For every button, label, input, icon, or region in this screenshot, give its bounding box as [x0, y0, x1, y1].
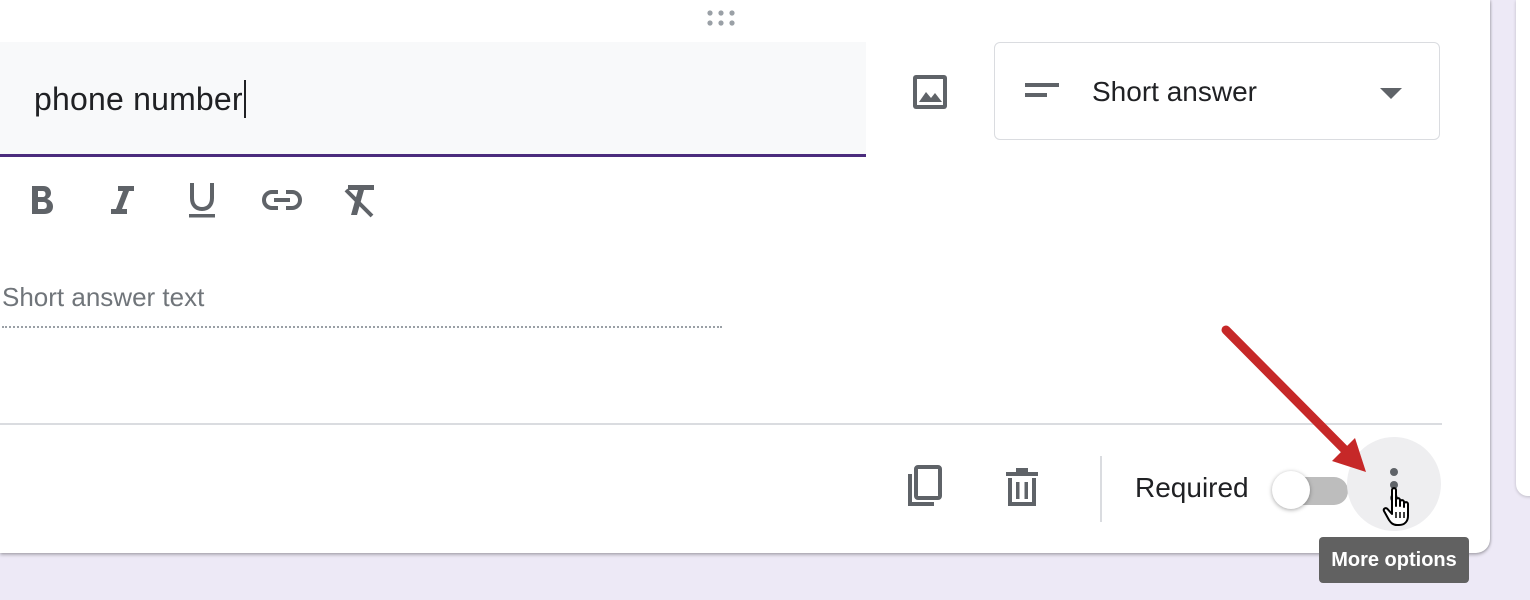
hand-cursor-icon	[1382, 486, 1422, 533]
question-title-value: phone number	[34, 81, 243, 117]
link-button[interactable]	[260, 178, 304, 222]
underline-button[interactable]	[180, 178, 224, 222]
question-type-label: Short answer	[1092, 76, 1257, 107]
link-icon	[261, 190, 303, 210]
italic-icon	[111, 186, 134, 214]
clear-format-icon	[344, 185, 374, 218]
side-panel	[1516, 0, 1530, 496]
copy-icon	[908, 465, 942, 506]
bold-icon	[32, 186, 53, 214]
underline-icon	[189, 183, 215, 218]
delete-button[interactable]	[996, 460, 1048, 512]
footer-separator	[1100, 456, 1102, 522]
image-icon	[913, 75, 947, 109]
trash-icon	[1006, 468, 1038, 506]
clear-formatting-button[interactable]	[338, 178, 382, 222]
italic-button[interactable]	[100, 178, 144, 222]
add-image-button[interactable]	[906, 68, 954, 116]
answer-placeholder: Short answer text	[2, 282, 205, 312]
question-title-input[interactable]: phone number	[34, 80, 246, 118]
chevron-down-icon	[1380, 87, 1402, 105]
short-text-icon	[1025, 81, 1059, 106]
text-caret	[243, 80, 246, 118]
more-options-tooltip: More options	[1319, 537, 1469, 583]
drag-handle-icon[interactable]	[704, 8, 742, 30]
answer-underline	[2, 326, 722, 328]
duplicate-button[interactable]	[898, 460, 950, 512]
annotation-arrow	[1221, 325, 1366, 472]
question-type-dropdown[interactable]: Short answer	[994, 42, 1440, 140]
bold-button[interactable]	[20, 178, 64, 222]
